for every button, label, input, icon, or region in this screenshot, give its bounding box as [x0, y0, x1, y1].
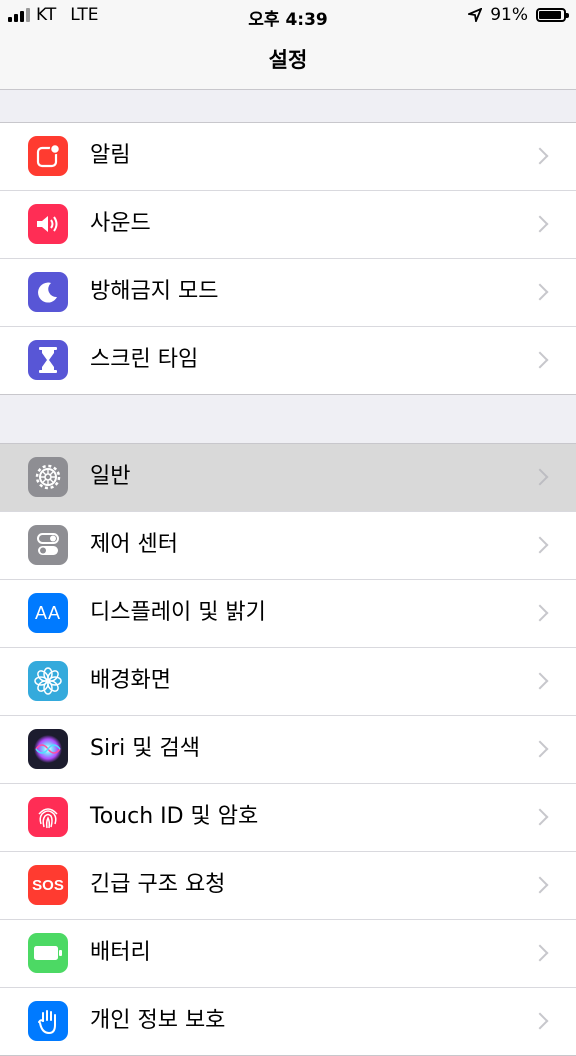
settings-group-2: 일반 제어 센터 AA 디스플레이 및 밝기 배경화면 Siri 및 검색 To… [0, 443, 576, 1056]
chevron-right-icon [531, 215, 549, 233]
chevron-right-icon [531, 147, 549, 165]
chevron-right-icon [531, 536, 549, 554]
settings-row-label: 배터리 [90, 940, 151, 965]
settings-row-label: 긴급 구조 요청 [90, 872, 226, 897]
toggle-icon [28, 525, 68, 565]
hand-icon [28, 1001, 68, 1041]
location-arrow-icon [468, 8, 483, 22]
chevron-right-icon [531, 351, 549, 369]
settings-row-display[interactable]: AA 디스플레이 및 밝기 [0, 580, 576, 648]
page-title: 설정 [268, 48, 308, 72]
battery-icon [536, 8, 569, 22]
sos-glyph: SOS [32, 876, 64, 894]
status-right: 91% [468, 5, 569, 25]
settings-row-label: 알림 [90, 143, 131, 168]
settings-group-1: 알림 사운드 방해금지 모드 스크린 타임 [0, 122, 576, 395]
siri-icon [28, 729, 68, 769]
chevron-right-icon [531, 468, 549, 486]
gear-icon [28, 457, 68, 497]
settings-row-sound[interactable]: 사운드 [0, 191, 576, 259]
chevron-right-icon [531, 808, 549, 826]
moon-icon [28, 272, 68, 312]
sos-icon: SOS [28, 865, 68, 905]
text-size-glyph: AA [34, 602, 61, 623]
chevron-right-icon [531, 672, 549, 690]
chevron-right-icon [531, 876, 549, 894]
settings-row-emergency-sos[interactable]: SOS 긴급 구조 요청 [0, 852, 576, 920]
navigation-bar: 설정 [0, 30, 576, 90]
fingerprint-icon [28, 797, 68, 837]
settings-row-label: 배경화면 [90, 668, 171, 693]
settings-row-touch-id[interactable]: Touch ID 및 암호 [0, 784, 576, 852]
settings-row-label: 일반 [90, 464, 131, 489]
settings-row-privacy[interactable]: 개인 정보 보호 [0, 988, 576, 1055]
chevron-right-icon [531, 740, 549, 758]
chevron-right-icon [531, 283, 549, 301]
settings-row-label: 스크린 타임 [90, 347, 199, 372]
status-bar: KT LTE 오후 4:39 91% [0, 0, 576, 30]
chevron-right-icon [531, 1012, 549, 1030]
settings-row-label: 제어 센터 [90, 532, 178, 557]
settings-row-notifications[interactable]: 알림 [0, 123, 576, 191]
text-size-icon: AA [28, 593, 68, 633]
flower-icon [28, 661, 68, 701]
settings-row-control-center[interactable]: 제어 센터 [0, 512, 576, 580]
settings-row-siri[interactable]: Siri 및 검색 [0, 716, 576, 784]
settings-row-label: Siri 및 검색 [90, 736, 200, 761]
notifications-icon [28, 136, 68, 176]
settings-row-label: 사운드 [90, 211, 151, 236]
hourglass-icon [28, 340, 68, 380]
settings-row-label: 방해금지 모드 [90, 279, 219, 304]
settings-row-label: 디스플레이 및 밝기 [90, 600, 266, 625]
settings-row-do-not-disturb[interactable]: 방해금지 모드 [0, 259, 576, 327]
settings-row-battery[interactable]: 배터리 [0, 920, 576, 988]
settings-row-general[interactable]: 일반 [0, 444, 576, 512]
chevron-right-icon [531, 944, 549, 962]
chevron-right-icon [531, 604, 549, 622]
settings-row-label: Touch ID 및 암호 [90, 804, 259, 829]
battery-icon [28, 933, 68, 973]
settings-row-wallpaper[interactable]: 배경화면 [0, 648, 576, 716]
sound-icon [28, 204, 68, 244]
settings-row-label: 개인 정보 보호 [90, 1008, 226, 1033]
settings-row-screen-time[interactable]: 스크린 타임 [0, 327, 576, 394]
battery-percent: 91% [490, 5, 528, 25]
